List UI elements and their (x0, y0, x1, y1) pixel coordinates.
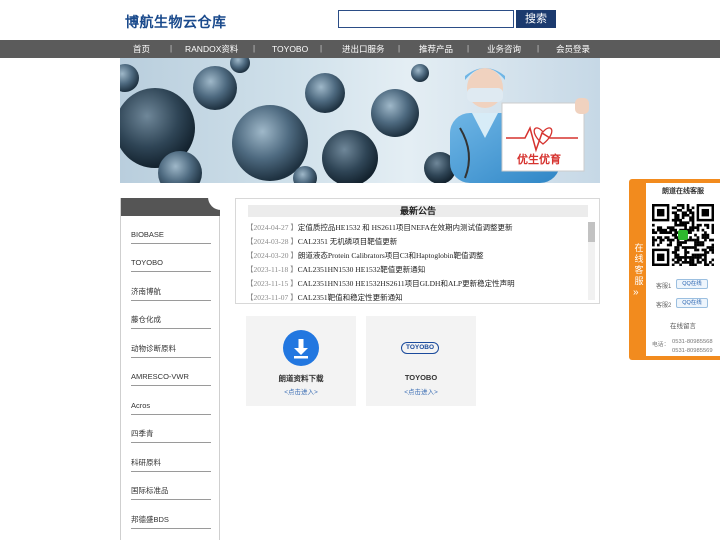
sidebar-item-animal-diagnostics[interactable]: 动物诊断原料 (131, 340, 211, 358)
sidebar-item-toyobo[interactable]: TOYOBO (131, 254, 211, 272)
randox-download-card[interactable]: 朗道资料下载 <点击进入> (246, 316, 356, 406)
nav-item-import-export[interactable]: 进出口服务 (342, 40, 385, 58)
list-item[interactable]: 【2024-03-28 】CAL2351 无机磷项目靶值更新 (246, 235, 586, 249)
announcements-panel: 最新公告 【2024-04-27 】定值质控品HE1532 和 HS2611项目… (235, 198, 600, 304)
announcements-scrollbar[interactable] (588, 222, 595, 300)
toyobo-logo: TOYOBO (401, 342, 439, 354)
toyobo-card[interactable]: TOYOBO TOYOBO <点击进入> (366, 316, 476, 406)
qq-online-button[interactable]: QQ在线 (676, 298, 708, 308)
sidebar-item-bds[interactable]: 邦德盛BDS (131, 511, 211, 529)
sidebar-item-international-standards[interactable]: 国际标准品 (131, 482, 211, 500)
news-link[interactable]: 朗道液态Protein Calibrators项目C3和Haptoglobin靶… (298, 251, 484, 260)
phone-number: 0531-80985569 (672, 348, 713, 354)
news-date: 【2024-04-27 】 (246, 223, 298, 232)
sidebar-item-sijiqing[interactable]: 四季青 (131, 425, 211, 443)
news-link[interactable]: CAL2351HN1530 HE1532HS2611项目GLDH和ALP更新稳定… (298, 279, 515, 288)
news-date: 【2023-11-07 】 (246, 293, 298, 301)
card-title: TOYOBO (404, 373, 438, 382)
nav-separator: | (537, 44, 540, 53)
qq-online-button[interactable]: QQ在线 (676, 279, 708, 289)
online-service-panel: 在线客服 » 朗道在线客服 客服1 QQ在线 客服2 QQ在线 在线留言 电话：… (629, 179, 720, 360)
service-tab-label: 在线客服 (634, 243, 644, 286)
sidebar-item-research-materials[interactable]: 科研原料 (131, 454, 211, 472)
news-link[interactable]: CAL2351靶值和稳定性更新通知 (298, 293, 403, 301)
announcements-list[interactable]: 【2024-04-27 】定值质控品HE1532 和 HS2611项目NEFA在… (246, 221, 586, 301)
card-enter-link[interactable]: <点击进入> (246, 386, 356, 396)
announcements-title: 最新公告 (248, 205, 588, 217)
list-item[interactable]: 【2024-04-27 】定值质控品HE1532 和 HS2611项目NEFA在… (246, 221, 586, 235)
sidebar-item-biobase[interactable]: BIOBASE (131, 226, 211, 244)
nav-separator: | (467, 44, 470, 53)
sidebar-item-jinan-bohang[interactable]: 济南博航 (131, 283, 211, 301)
news-date: 【2023-11-15 】 (246, 279, 298, 288)
download-icon (283, 330, 319, 366)
scrollbar-thumb[interactable] (588, 222, 595, 242)
list-item[interactable]: 【2024-03-20 】朗道液态Protein Calibrators项目C3… (246, 249, 586, 263)
agent-label: 客服1 (656, 284, 672, 290)
main-nav: 首页 | RANDOX资料 | TOYOBO | 进出口服务 | 推荐产品 | … (0, 40, 720, 58)
news-link[interactable]: CAL2351HN1530 HE1532靶值更新通知 (298, 265, 426, 274)
phone-label: 电话： (652, 342, 670, 348)
card-title: 朗道资料下载 (278, 374, 324, 383)
news-link[interactable]: 定值质控品HE1532 和 HS2611项目NEFA在效期内测试值调整更新 (298, 223, 513, 232)
hero-banner[interactable]: 优生优育 (120, 58, 600, 183)
service-content: 朗道在线客服 客服1 QQ在线 客服2 QQ在线 在线留言 电话： 0531-8… (646, 183, 720, 356)
news-date: 【2024-03-20 】 (246, 251, 298, 260)
list-item[interactable]: 【2023-11-18 】CAL2351HN1530 HE1532靶值更新通知 (246, 263, 586, 277)
sidebar-item-amresco[interactable]: AMRESCO-VWR (131, 368, 211, 386)
category-sidebar: BIOBASE TOYOBO 济南博航 藤仓化成 动物诊断原料 AMRESCO-… (120, 197, 221, 540)
list-item[interactable]: 【2023-11-07 】CAL2351靶值和稳定性更新通知 (246, 291, 586, 301)
nav-item-recommended[interactable]: 推荐产品 (419, 40, 453, 58)
phone-number: 0531-80985568 (672, 339, 713, 345)
nav-item-consulting[interactable]: 业务咨询 (487, 40, 521, 58)
leave-message-link[interactable]: 在线留言 (646, 320, 720, 330)
card-enter-link[interactable]: <点击进入> (366, 386, 476, 396)
nav-separator: | (170, 44, 173, 53)
nav-item-home[interactable]: 首页 (133, 40, 150, 58)
nav-item-randox[interactable]: RANDOX资料 (185, 40, 238, 58)
sidebar-item-acros[interactable]: Acros (131, 397, 211, 415)
nav-separator: | (253, 44, 256, 53)
collapse-arrow-icon[interactable]: » (633, 287, 639, 298)
search-button[interactable]: 搜索 (516, 10, 556, 28)
banner-sign-text: 优生优育 (517, 153, 561, 166)
nav-separator: | (320, 44, 323, 53)
agent-label: 客服2 (656, 303, 672, 309)
site-title[interactable]: 博航生物云仓库 (125, 12, 227, 32)
search-input[interactable] (338, 10, 514, 28)
page: { "header": { "site_title": "博航生物云仓库", "… (0, 0, 720, 540)
nav-item-login[interactable]: 会员登录 (556, 40, 590, 58)
qr-code-image (652, 204, 715, 267)
service-title: 朗道在线客服 (662, 188, 704, 195)
news-date: 【2023-11-18 】 (246, 265, 298, 274)
sidebar-header (121, 197, 221, 216)
news-date: 【2024-03-28 】 (246, 237, 298, 246)
news-link[interactable]: CAL2351 无机磷项目靶值更新 (298, 237, 397, 246)
sidebar-item-fujikura[interactable]: 藤仓化成 (131, 311, 211, 329)
nav-separator: | (398, 44, 401, 53)
nav-item-toyobo[interactable]: TOYOBO (272, 40, 308, 58)
list-item[interactable]: 【2023-11-15 】CAL2351HN1530 HE1532HS2611项… (246, 277, 586, 291)
